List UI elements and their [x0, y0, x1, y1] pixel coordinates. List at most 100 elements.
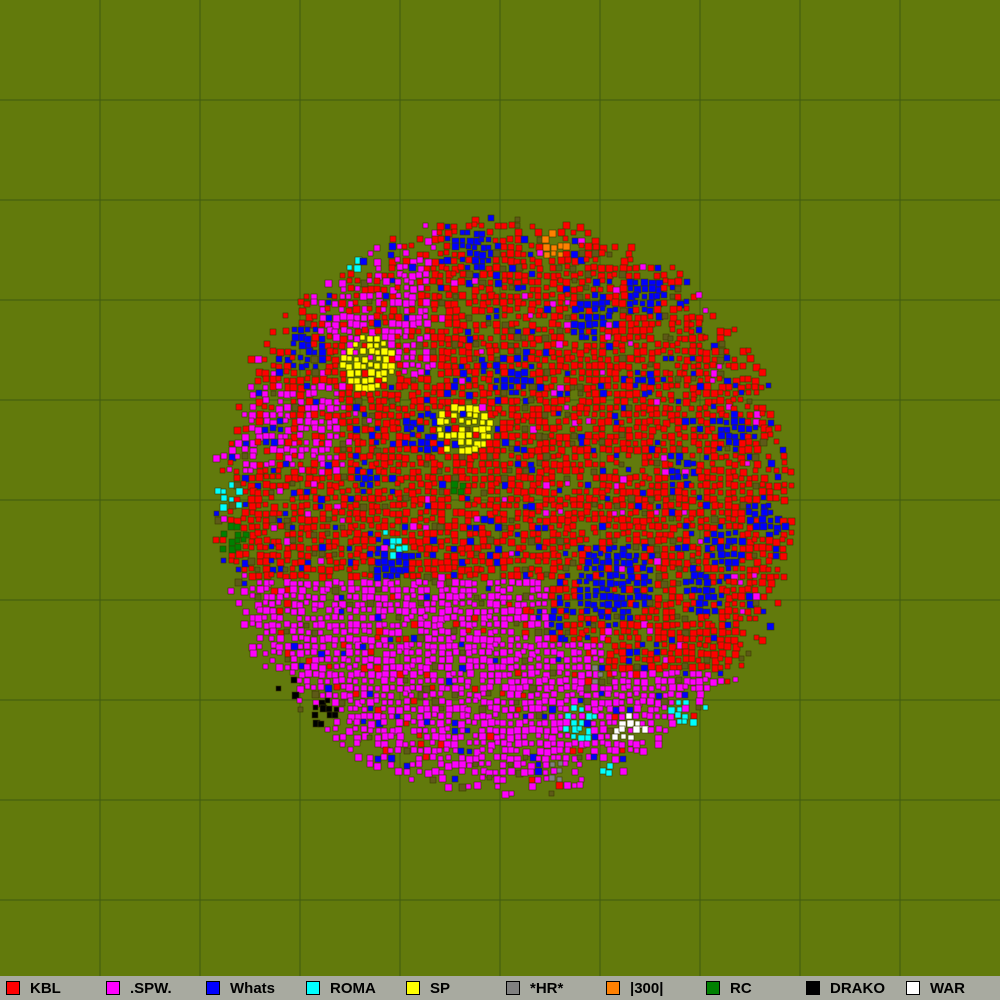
village-marker[interactable] — [361, 356, 369, 364]
village-marker[interactable] — [639, 480, 646, 487]
village-marker[interactable] — [564, 396, 571, 403]
village-marker[interactable] — [724, 558, 733, 567]
village-marker[interactable] — [500, 599, 507, 606]
village-marker[interactable] — [270, 524, 278, 532]
village-marker[interactable] — [751, 579, 758, 586]
village-marker[interactable] — [702, 600, 709, 607]
village-marker[interactable] — [332, 531, 340, 539]
village-marker[interactable] — [353, 356, 360, 363]
village-marker[interactable] — [485, 690, 492, 697]
village-marker[interactable] — [403, 768, 411, 776]
village-marker[interactable] — [536, 383, 545, 392]
village-marker[interactable] — [576, 446, 585, 455]
village-marker[interactable] — [592, 243, 600, 251]
village-marker[interactable] — [415, 684, 423, 692]
village-marker[interactable] — [648, 355, 656, 363]
village-marker[interactable] — [326, 487, 335, 496]
village-marker[interactable] — [452, 599, 459, 606]
village-marker[interactable] — [759, 550, 767, 558]
village-marker[interactable] — [479, 746, 486, 753]
village-marker[interactable] — [529, 389, 537, 397]
village-marker[interactable] — [388, 446, 396, 454]
village-marker[interactable] — [422, 270, 430, 278]
village-marker[interactable] — [592, 396, 601, 405]
village-marker[interactable] — [506, 502, 513, 509]
village-marker[interactable] — [472, 431, 480, 439]
village-marker[interactable] — [639, 376, 647, 384]
village-marker[interactable] — [429, 361, 437, 369]
village-marker[interactable] — [557, 732, 564, 739]
village-marker[interactable] — [340, 326, 348, 334]
village-marker[interactable] — [555, 340, 564, 349]
village-marker[interactable] — [697, 524, 704, 531]
village-marker[interactable] — [289, 669, 296, 676]
village-marker[interactable] — [578, 529, 586, 537]
village-marker[interactable] — [541, 411, 549, 419]
village-marker[interactable] — [626, 300, 634, 308]
village-marker[interactable] — [338, 480, 345, 487]
village-marker[interactable] — [543, 663, 551, 671]
village-marker[interactable] — [276, 487, 284, 495]
village-marker[interactable] — [380, 613, 387, 620]
village-marker[interactable] — [422, 699, 430, 707]
village-marker[interactable] — [500, 461, 508, 469]
village-marker[interactable] — [374, 580, 382, 588]
village-marker[interactable] — [744, 403, 751, 410]
village-marker[interactable] — [654, 713, 661, 720]
village-marker[interactable] — [298, 634, 305, 641]
village-marker[interactable] — [529, 286, 536, 293]
village-marker[interactable] — [241, 566, 248, 573]
village-marker[interactable] — [640, 410, 647, 417]
village-marker[interactable] — [577, 356, 584, 363]
village-marker[interactable] — [688, 321, 695, 328]
village-marker[interactable] — [401, 382, 409, 390]
village-marker[interactable] — [340, 349, 347, 356]
village-marker[interactable] — [297, 593, 305, 601]
village-marker[interactable] — [598, 431, 606, 439]
village-marker[interactable] — [536, 517, 543, 524]
village-marker[interactable] — [507, 761, 514, 768]
village-marker[interactable] — [710, 389, 719, 398]
village-marker[interactable] — [618, 299, 627, 308]
village-marker[interactable] — [289, 383, 298, 392]
village-marker[interactable] — [262, 396, 270, 404]
village-marker[interactable] — [296, 601, 304, 609]
village-marker[interactable] — [550, 489, 558, 497]
village-marker[interactable] — [709, 587, 716, 594]
village-marker[interactable] — [506, 355, 515, 364]
village-marker[interactable] — [241, 411, 248, 418]
village-marker[interactable] — [781, 466, 789, 474]
village-marker[interactable] — [613, 404, 620, 411]
village-marker[interactable] — [676, 328, 683, 335]
village-marker[interactable] — [347, 585, 356, 594]
village-marker[interactable] — [422, 341, 429, 348]
village-marker[interactable] — [674, 347, 681, 354]
village-marker[interactable] — [542, 452, 551, 461]
village-marker[interactable] — [366, 712, 374, 720]
village-marker[interactable] — [423, 333, 431, 341]
village-marker[interactable] — [262, 606, 271, 615]
village-marker[interactable] — [473, 663, 480, 670]
village-marker[interactable] — [436, 580, 445, 589]
village-marker[interactable] — [536, 272, 543, 279]
village-marker[interactable] — [597, 620, 606, 629]
village-marker[interactable] — [402, 417, 411, 426]
village-marker[interactable] — [458, 417, 465, 424]
village-marker[interactable] — [674, 425, 682, 433]
village-marker[interactable] — [317, 425, 326, 434]
village-marker[interactable] — [744, 445, 753, 454]
village-marker[interactable] — [352, 678, 359, 685]
village-marker[interactable] — [388, 264, 396, 272]
village-marker[interactable] — [646, 510, 655, 519]
village-marker[interactable] — [655, 320, 662, 327]
village-marker[interactable] — [345, 516, 353, 524]
village-marker[interactable] — [458, 390, 466, 398]
village-marker[interactable] — [739, 468, 748, 477]
village-marker[interactable] — [339, 272, 346, 279]
village-marker[interactable] — [507, 460, 514, 467]
village-marker[interactable] — [626, 634, 633, 641]
village-marker[interactable] — [625, 578, 632, 585]
village-marker[interactable] — [374, 411, 383, 420]
village-marker[interactable] — [710, 564, 719, 573]
village-marker[interactable] — [445, 718, 452, 725]
